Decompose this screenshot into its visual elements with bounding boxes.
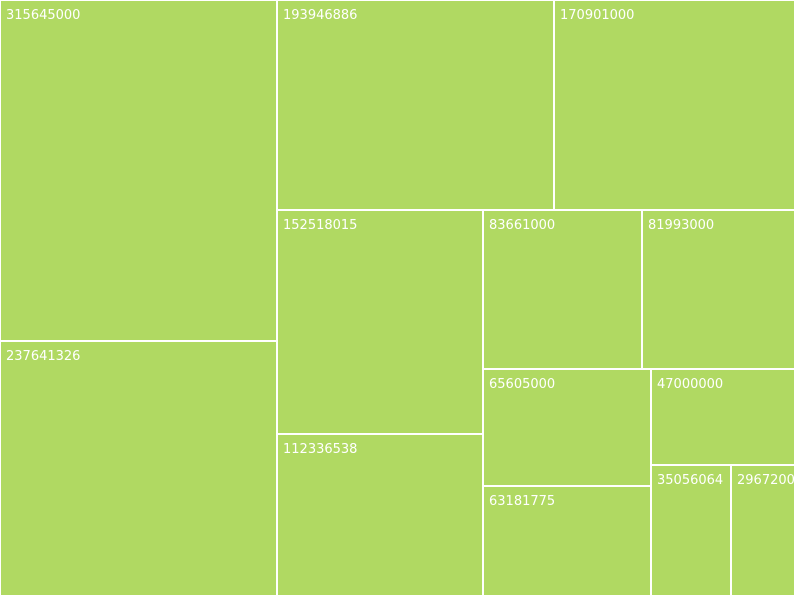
tile-value-label: 170901000: [560, 8, 635, 23]
tile-value-label: 47000000: [657, 377, 724, 392]
treemap-tile: 83661000: [483, 210, 642, 369]
treemap-tile: 81993000: [642, 210, 795, 369]
treemap-tile: 193946886: [277, 0, 554, 210]
tile-value-label: 193946886: [283, 8, 358, 23]
treemap-tile: 112336538: [277, 434, 483, 596]
treemap-tile: 29672000: [731, 465, 795, 596]
treemap-tile: 63181775: [483, 486, 651, 596]
tile-value-label: 237641326: [6, 349, 81, 364]
tile-value-label: 35056064: [657, 473, 724, 488]
treemap-chart: 315645000 237641326 193946886 170901000 1525…: [0, 0, 795, 596]
treemap-tile: 65605000: [483, 369, 651, 486]
tile-value-label: 65605000: [489, 377, 556, 392]
treemap-tile: 170901000: [554, 0, 795, 210]
tile-value-label: 152518015: [283, 218, 358, 233]
tile-value-label: 83661000: [489, 218, 556, 233]
tile-value-label: 81993000: [648, 218, 715, 233]
tile-value-label: 112336538: [283, 442, 358, 457]
treemap-tile: 47000000: [651, 369, 795, 465]
treemap-tile: 315645000: [0, 0, 277, 341]
treemap-tile: 237641326: [0, 341, 277, 596]
tile-value-label: 29672000: [737, 473, 795, 488]
treemap-tile: 152518015: [277, 210, 483, 434]
tile-value-label: 315645000: [6, 8, 81, 23]
tile-value-label: 63181775: [489, 494, 556, 509]
treemap-tile: 35056064: [651, 465, 731, 596]
